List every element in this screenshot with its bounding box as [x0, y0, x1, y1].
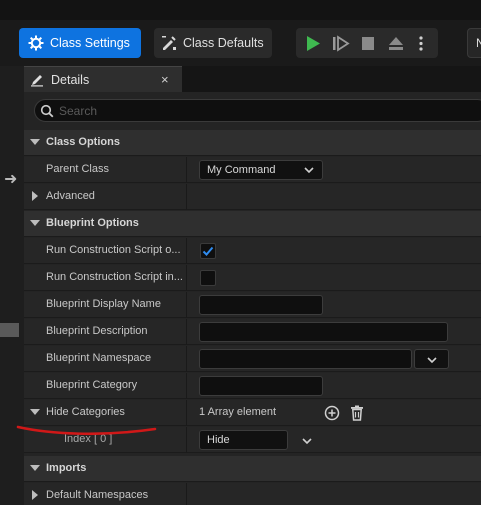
annotation-underline — [16, 425, 157, 436]
